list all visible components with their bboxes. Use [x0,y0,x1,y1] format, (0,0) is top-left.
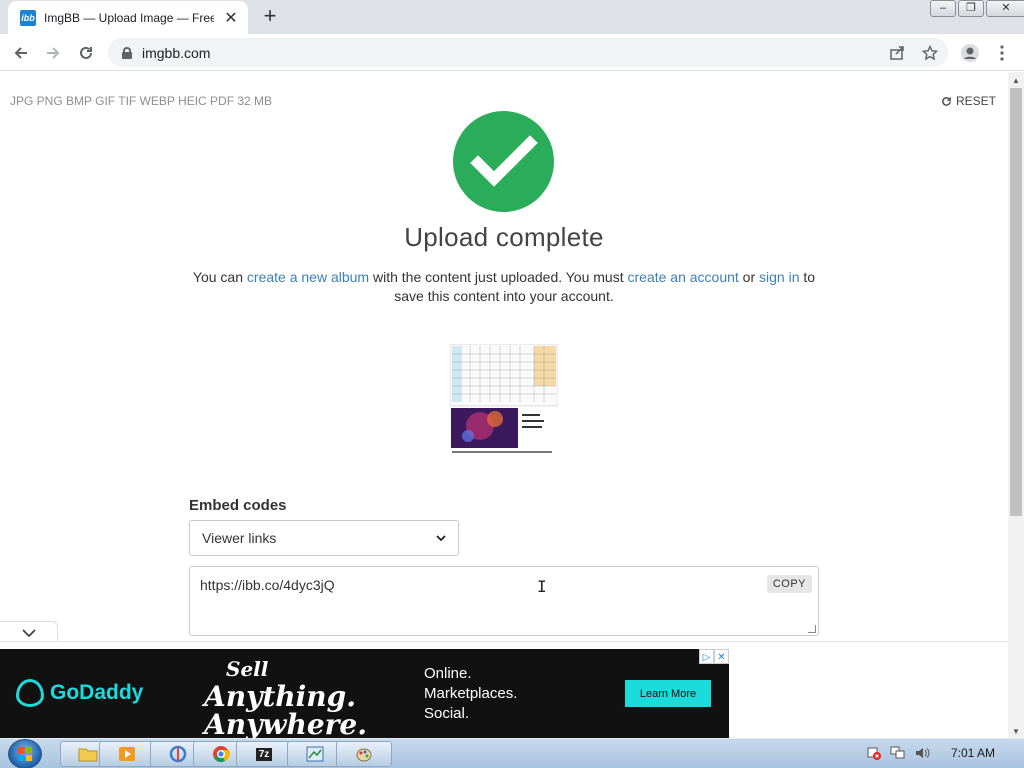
embed-code-textarea[interactable]: https://ibb.co/4dyc3jQ COPY [189,566,819,636]
embed-code-text[interactable]: https://ibb.co/4dyc3jQ [200,577,335,593]
browser-toolbar: imgbb.com [0,34,1024,71]
page-title: Upload complete [404,222,604,252]
taskbar-7zip-button[interactable]: 7z [236,741,292,767]
forward-button[interactable] [40,40,66,66]
minimize-button[interactable]: – [930,0,956,17]
window-controls: – ❐ ✕ [928,0,1024,18]
success-check-icon [453,111,554,212]
reset-button[interactable]: RESET [941,94,996,108]
reload-button[interactable] [73,40,99,66]
share-button[interactable] [884,40,910,66]
back-arrow-icon [14,47,27,59]
page-content: JPG PNG BMP GIF TIF WEBP HEIC PDF 32 MB … [0,72,1008,648]
close-window-button[interactable]: ✕ [986,0,1024,17]
embed-codes-label: Embed codes [189,497,287,514]
profile-button[interactable] [957,40,983,66]
restore-button[interactable]: ❐ [958,0,984,17]
folder-icon [78,748,98,762]
menu-button[interactable] [989,40,1015,66]
upload-description: You can create a new album with the cont… [192,269,816,304]
ad-slogan: Sell Anything. Anywhere. [204,657,367,739]
ad-bar: GoDaddy Sell Anything. Anywhere. Online.… [0,641,1008,739]
windows-taskbar: 7z 7:01 AM [0,738,1024,768]
tab-close-icon[interactable]: ✕ [222,9,240,27]
address-bar[interactable]: imgbb.com [108,38,948,67]
embed-type-select[interactable]: Viewer links [189,520,459,556]
ad-choices[interactable]: ▷ ✕ [699,649,729,664]
share-icon [890,46,904,60]
chrome-icon [213,746,230,763]
windows-logo-icon [18,747,32,761]
chevron-down-icon [21,628,36,637]
create-album-link[interactable]: create a new album [247,269,369,285]
ad-lines: Online. Marketplaces. Social. [424,665,518,722]
resize-handle-icon[interactable] [808,625,816,633]
new-tab-button[interactable]: + [258,5,282,29]
tab-strip: ibb ImgBB — Upload Image — Free ✕ + – ❐ … [0,0,1024,34]
uploaded-image-thumbnail[interactable] [449,343,559,456]
scrollbar-thumb[interactable] [1010,88,1022,516]
forward-arrow-icon [47,47,60,59]
chevron-down-icon [436,531,446,545]
kebab-menu-icon [1000,45,1004,61]
taskbar-app2-button[interactable] [287,741,343,767]
taskbar-clock[interactable]: 7:01 AM [951,746,995,760]
text-cursor-icon: I [537,577,547,596]
copy-button[interactable]: COPY [766,575,812,593]
reload-icon [80,46,92,59]
imgbb-favicon-icon: ibb [20,9,36,26]
adchoices-icon[interactable]: ▷ [699,649,714,664]
system-tray [866,746,930,763]
app-icon [169,745,187,763]
scroll-up-icon[interactable]: ▲ [1012,76,1020,85]
start-button[interactable] [8,739,42,768]
paint-icon [356,748,372,762]
ad-learn-more-button[interactable]: Learn More [625,680,711,707]
media-player-icon [119,747,135,761]
page-scrollbar[interactable]: ▲ ▼ [1008,72,1024,738]
tab-title: ImgBB — Upload Image — Free [44,10,214,25]
lock-icon [122,46,132,59]
taskbar-paint-button[interactable] [336,741,392,767]
scroll-down-icon[interactable]: ▼ [1012,727,1020,736]
reset-label: RESET [955,94,996,108]
profile-avatar-icon [961,44,979,62]
taskbar-media-button[interactable] [99,741,155,767]
window-app-icon [306,746,324,762]
create-account-link[interactable]: create an account [628,269,739,285]
godaddy-logo: GoDaddy [16,679,143,707]
volume-icon[interactable] [914,746,930,763]
back-button[interactable] [8,40,34,66]
network-warning-icon[interactable] [866,746,882,763]
embed-type-value: Viewer links [202,530,277,546]
address-url: imgbb.com [142,44,211,61]
star-icon [922,45,938,61]
supported-formats: JPG PNG BMP GIF TIF WEBP HEIC PDF 32 MB [10,94,273,108]
godaddy-ad[interactable]: GoDaddy Sell Anything. Anywhere. Online.… [0,649,729,739]
godaddy-logo-icon [16,679,44,707]
network-icon[interactable] [890,746,906,763]
ad-close-icon[interactable]: ✕ [714,649,729,664]
sign-in-link[interactable]: sign in [759,269,799,285]
bookmark-button[interactable] [917,40,943,66]
reset-icon [942,96,951,106]
7zip-icon: 7z [255,747,273,761]
tab-imgbb[interactable]: ibb ImgBB — Upload Image — Free ✕ [8,1,248,34]
